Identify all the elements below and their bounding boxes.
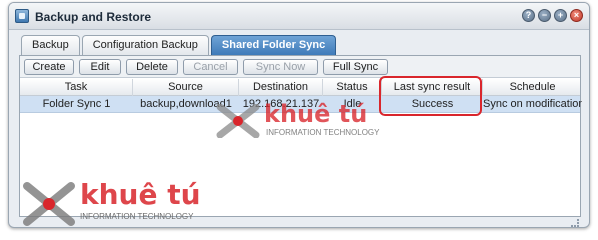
help-icon[interactable]: ?: [522, 9, 535, 22]
highlight-box: [379, 76, 482, 116]
column-header-schedule[interactable]: Schedule: [483, 79, 582, 96]
table-header: Task Source Destination Status Last sync…: [20, 79, 580, 96]
watermark-logo-bottom: khuê tú INFORMATION TECHNOLOGY: [22, 178, 222, 226]
tab-bar: Backup Configuration Backup Shared Folde…: [21, 35, 337, 55]
column-header-destination[interactable]: Destination: [239, 79, 323, 96]
column-header-task[interactable]: Task: [20, 79, 133, 96]
cell-schedule: Sync on modification: [483, 98, 582, 110]
toolbar: Create Edit Delete Cancel Sync Now Full …: [20, 56, 580, 78]
close-icon[interactable]: ×: [570, 9, 583, 22]
title-bar[interactable]: Backup and Restore ? − + ×: [9, 3, 589, 30]
column-header-source[interactable]: Source: [133, 79, 239, 96]
tab-shared-folder-sync[interactable]: Shared Folder Sync: [210, 35, 337, 55]
column-header-status[interactable]: Status: [323, 79, 382, 96]
tab-configuration-backup[interactable]: Configuration Backup: [81, 35, 209, 55]
resize-grip-icon[interactable]: [571, 219, 579, 227]
delete-button[interactable]: Delete: [126, 59, 178, 75]
backup-app-icon: [15, 9, 29, 23]
window-title: Backup and Restore: [35, 10, 152, 24]
x-logo-icon: [23, 182, 75, 226]
watermark-subtitle: INFORMATION TECHNOLOGY: [266, 128, 380, 137]
watermark-name: khuê tú: [264, 100, 368, 128]
watermark-name: khuê tú: [80, 178, 201, 211]
window-controls: ? − + ×: [522, 9, 583, 22]
tab-backup[interactable]: Backup: [21, 35, 80, 55]
sync-now-button[interactable]: Sync Now: [243, 59, 318, 75]
edit-button[interactable]: Edit: [79, 59, 121, 75]
cell-task: Folder Sync 1: [42, 98, 111, 110]
watermark-subtitle: INFORMATION TECHNOLOGY: [80, 212, 194, 221]
maximize-icon[interactable]: +: [554, 9, 567, 22]
full-sync-button[interactable]: Full Sync: [323, 59, 388, 75]
create-button[interactable]: Create: [24, 59, 74, 75]
watermark-logo-center: khuê tú INFORMATION TECHNOLOGY: [216, 100, 386, 140]
x-logo-icon: [216, 104, 260, 138]
cancel-button[interactable]: Cancel: [183, 59, 238, 75]
minimize-icon[interactable]: −: [538, 9, 551, 22]
